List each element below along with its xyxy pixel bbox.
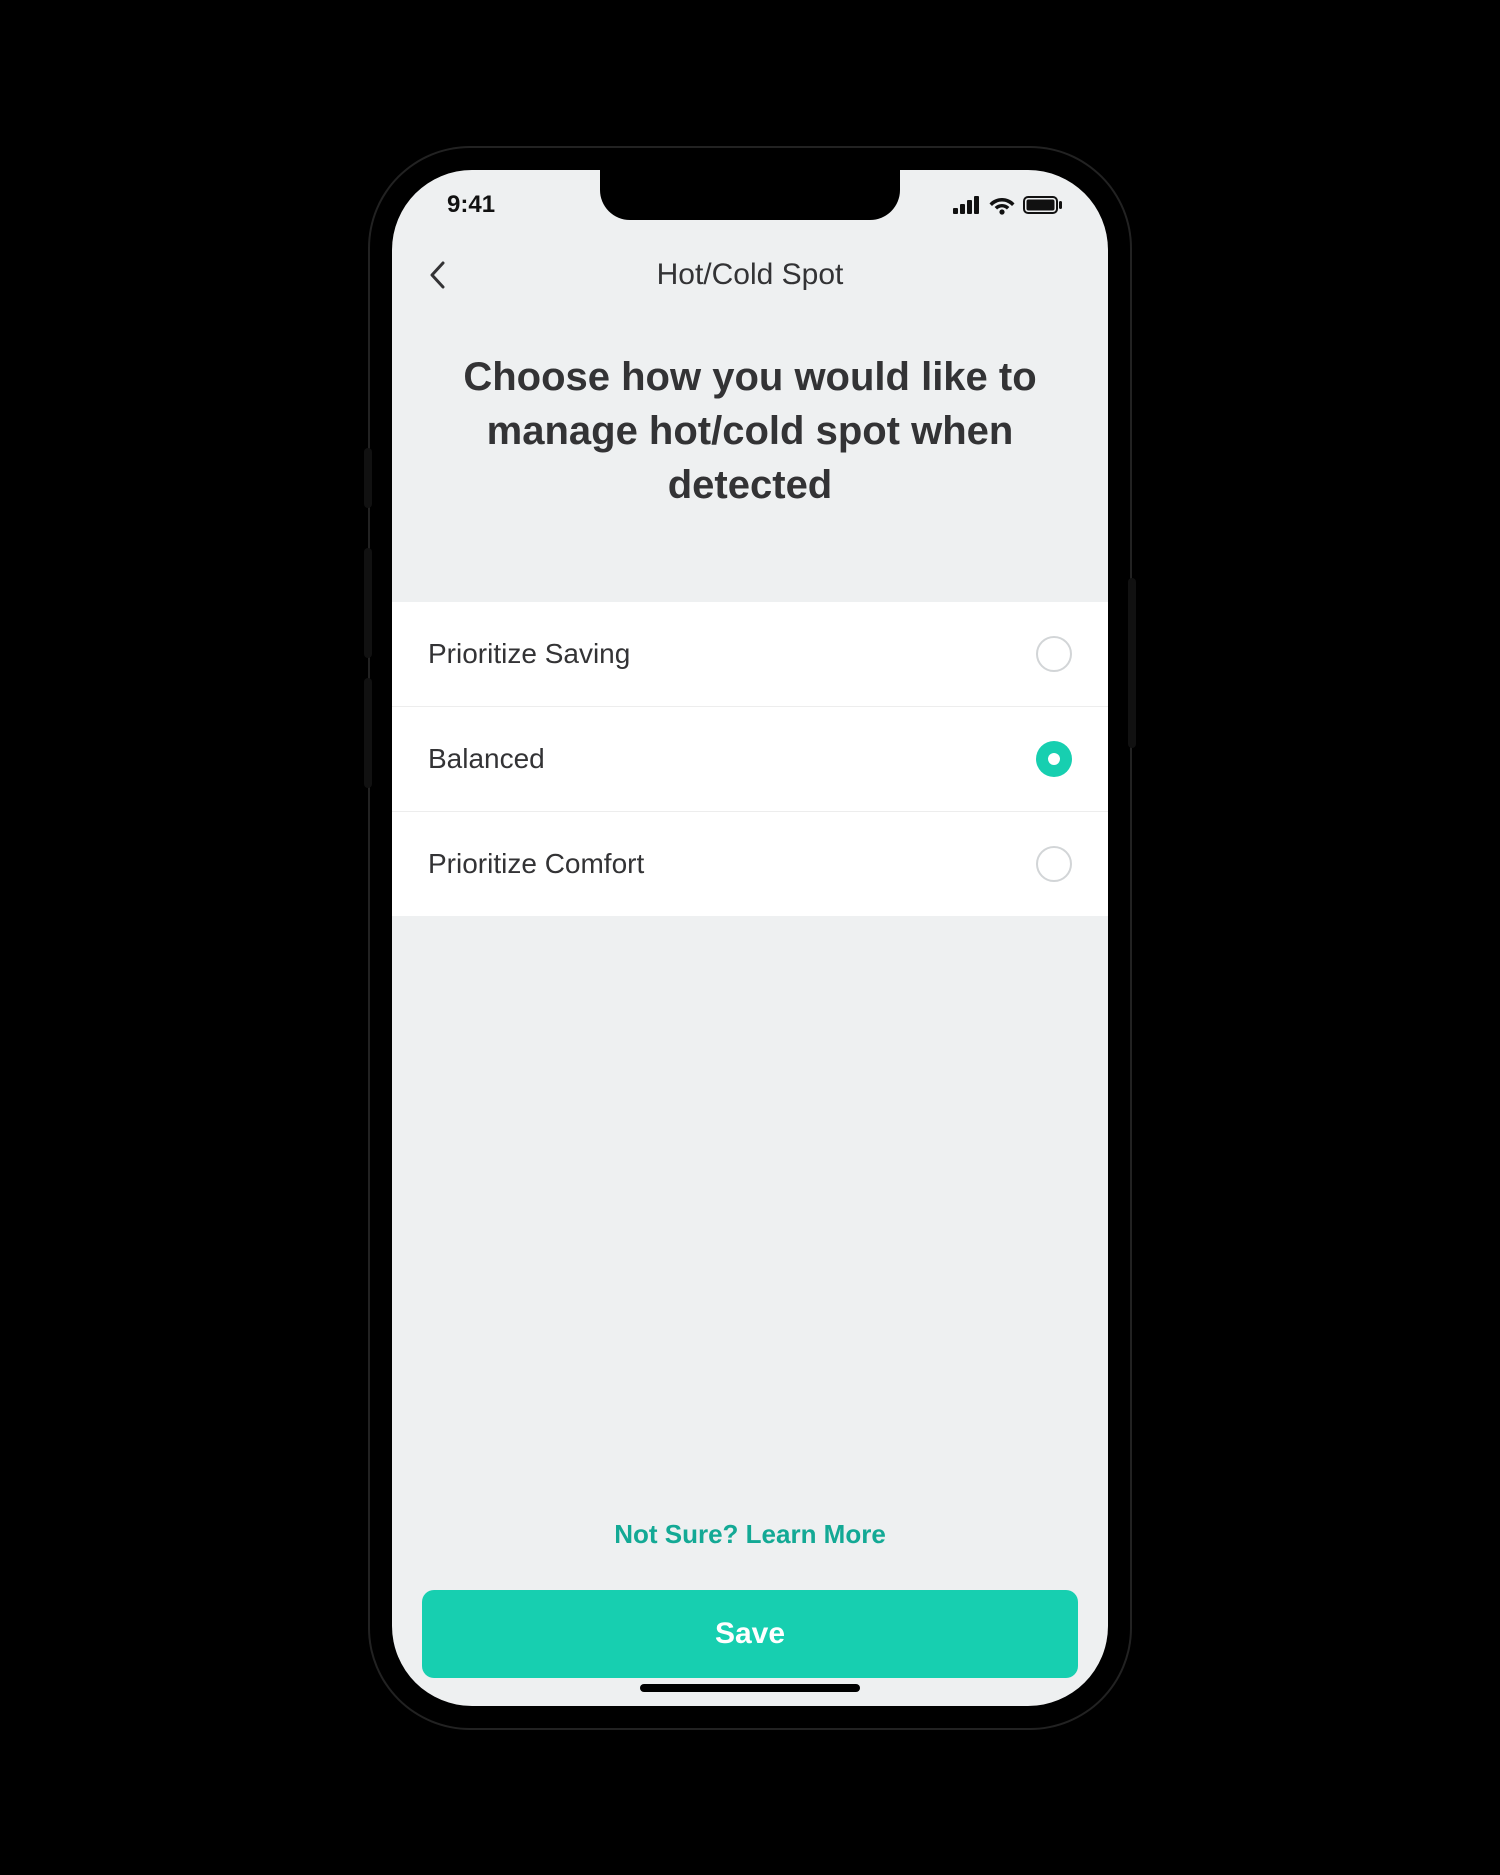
chevron-left-icon: [429, 261, 445, 289]
radio-unselected-icon: [1036, 636, 1072, 672]
back-button[interactable]: [417, 255, 457, 295]
spacer: [392, 916, 1108, 1489]
footer: Not Sure? Learn More Save: [392, 1489, 1108, 1706]
options-list: Prioritize Saving Balanced Prioritize Co…: [392, 602, 1108, 916]
side-button: [364, 548, 372, 658]
home-indicator[interactable]: [640, 1684, 860, 1692]
page-heading: Choose how you would like to manage hot/…: [392, 310, 1108, 602]
phone-device-frame: 9:41: [370, 148, 1130, 1728]
side-button: [364, 448, 372, 508]
cellular-icon: [953, 196, 981, 214]
status-time: 9:41: [447, 191, 495, 219]
nav-header: Hot/Cold Spot: [392, 240, 1108, 310]
radio-unselected-icon: [1036, 846, 1072, 882]
side-button: [364, 678, 372, 788]
option-prioritize-comfort[interactable]: Prioritize Comfort: [392, 812, 1108, 916]
wifi-icon: [989, 195, 1015, 215]
save-button[interactable]: Save: [422, 1590, 1078, 1678]
notch: [600, 170, 900, 220]
option-label: Balanced: [428, 743, 545, 775]
battery-icon: [1023, 196, 1063, 214]
option-balanced[interactable]: Balanced: [392, 707, 1108, 812]
radio-selected-icon: [1036, 741, 1072, 777]
option-prioritize-saving[interactable]: Prioritize Saving: [392, 602, 1108, 707]
screen: 9:41: [392, 170, 1108, 1706]
option-label: Prioritize Comfort: [428, 848, 644, 880]
option-label: Prioritize Saving: [428, 638, 630, 670]
learn-more-link[interactable]: Not Sure? Learn More: [422, 1489, 1078, 1590]
status-indicators: [953, 195, 1063, 215]
nav-title: Hot/Cold Spot: [657, 258, 844, 292]
side-button: [1128, 578, 1136, 748]
